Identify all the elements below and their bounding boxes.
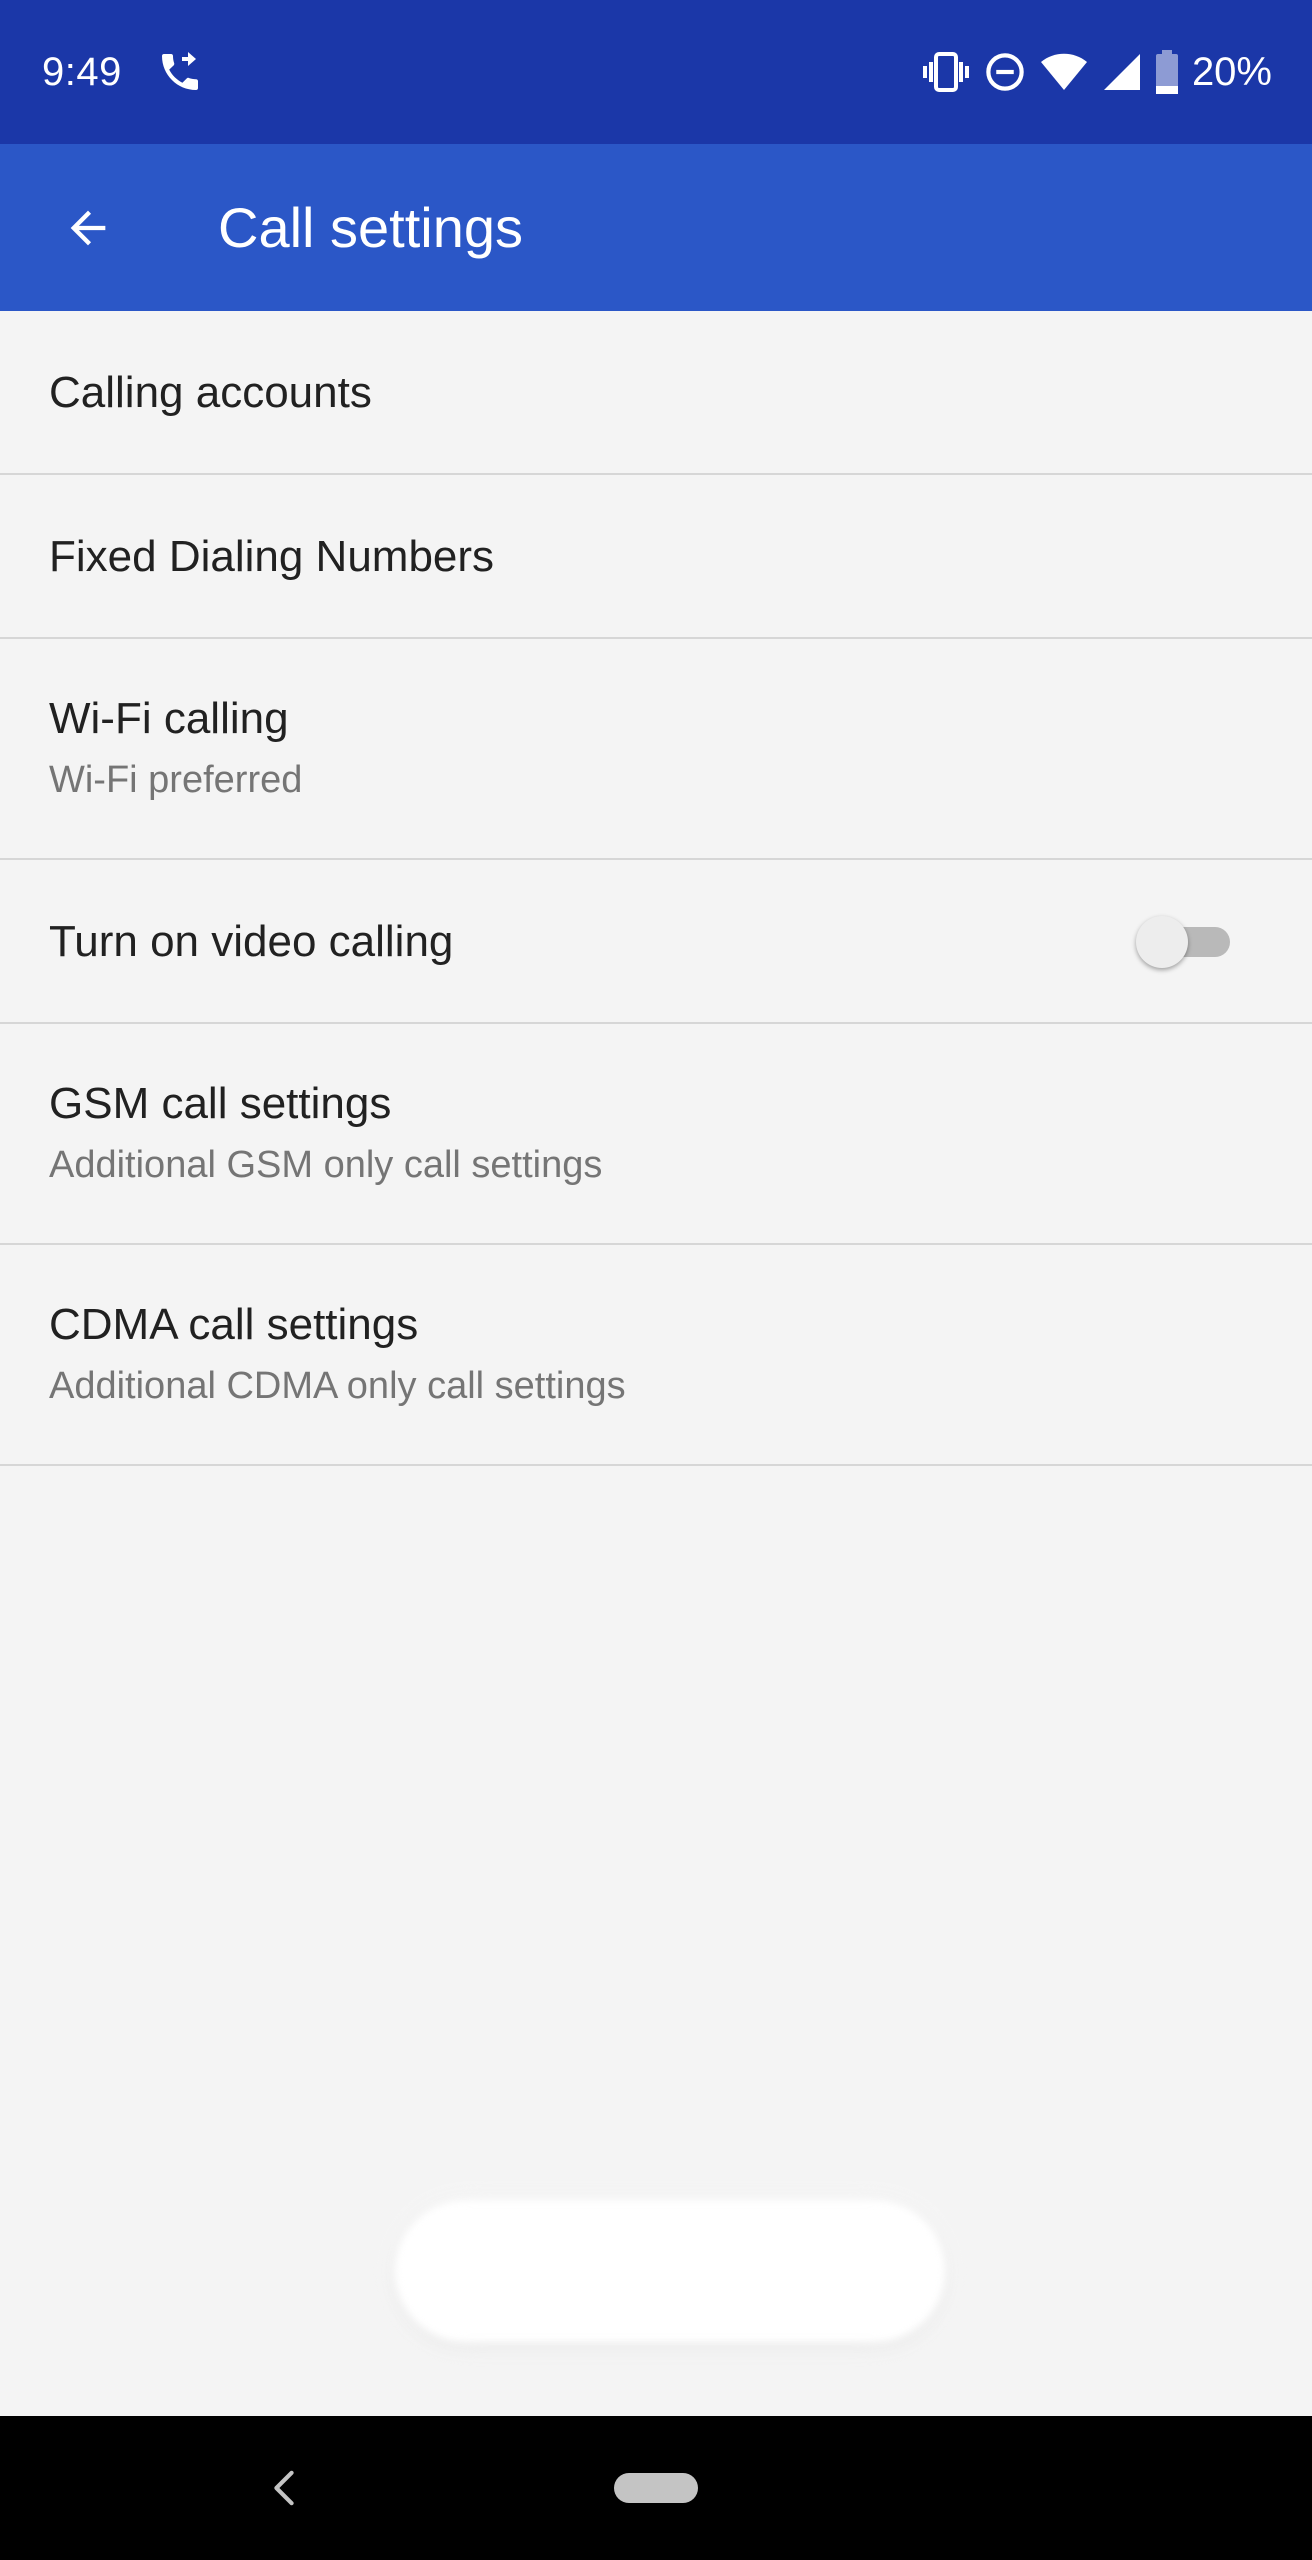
setting-title: Calling accounts [49, 368, 372, 417]
video-calling-toggle[interactable] [1136, 916, 1232, 968]
setting-cdma-call-settings[interactable]: CDMA call settings Additional CDMA only … [0, 1245, 1312, 1466]
setting-video-calling[interactable]: Turn on video calling [0, 860, 1312, 1024]
status-time: 9:49 [42, 50, 122, 94]
setting-summary: Wi-Fi preferred [49, 759, 303, 801]
battery-icon [1155, 50, 1178, 94]
setting-summary: Additional GSM only call settings [49, 1144, 603, 1186]
battery-percent: 20% [1191, 50, 1272, 94]
settings-list: Calling accounts Fixed Dialing Numbers W… [0, 311, 1312, 1466]
setting-wifi-calling[interactable]: Wi-Fi calling Wi-Fi preferred [0, 639, 1312, 860]
setting-calling-accounts[interactable]: Calling accounts [0, 311, 1312, 475]
do-not-disturb-icon [986, 53, 1024, 91]
cell-signal-icon [1103, 54, 1140, 90]
wifi-icon [1040, 53, 1087, 90]
setting-title: GSM call settings [49, 1079, 392, 1128]
status-icons: 20% [922, 44, 1272, 100]
call-forwarding-icon [162, 52, 198, 90]
setting-title: CDMA call settings [49, 1300, 419, 1349]
home-pill-icon[interactable] [614, 2473, 698, 2503]
navigation-bar [0, 2416, 1312, 2560]
toggle-thumb [1136, 916, 1188, 968]
setting-title: Fixed Dialing Numbers [49, 532, 495, 581]
page-title: Call settings [218, 196, 524, 259]
call-settings-screen: 9:49 20% Call settings Calling accounts … [0, 0, 1312, 2560]
setting-title: Turn on video calling [49, 917, 454, 966]
setting-title: Wi-Fi calling [49, 694, 289, 743]
nav-back-icon [274, 2470, 294, 2506]
vibrate-icon [922, 52, 969, 92]
setting-fixed-dialing-numbers[interactable]: Fixed Dialing Numbers [0, 475, 1312, 639]
floating-pill [395, 2200, 945, 2342]
setting-gsm-call-settings[interactable]: GSM call settings Additional GSM only ca… [0, 1024, 1312, 1245]
app-bar: Call settings [0, 144, 1312, 311]
nav-back-button[interactable] [256, 2460, 312, 2516]
status-bar: 9:49 20% [0, 0, 1312, 144]
arrow-back-icon [70, 210, 106, 246]
back-button[interactable] [40, 180, 136, 276]
setting-summary: Additional CDMA only call settings [49, 1365, 626, 1407]
